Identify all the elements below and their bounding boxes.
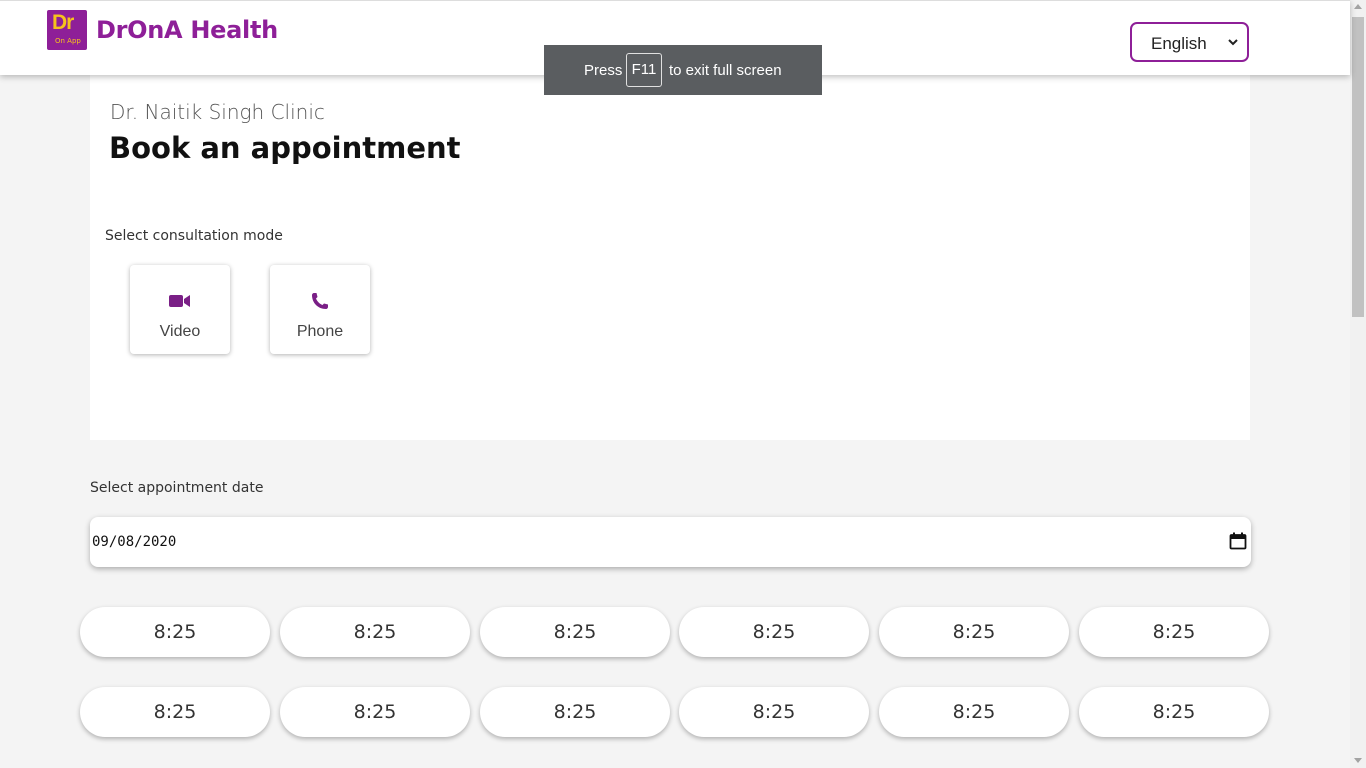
time-slot-button[interactable]: 8:25 xyxy=(480,607,670,657)
language-select[interactable]: English xyxy=(1130,22,1249,62)
brand-logo[interactable]: Dr On App xyxy=(47,10,87,50)
logo-sub-text: On App xyxy=(55,37,81,45)
phone-mode-button[interactable]: Phone xyxy=(270,265,370,354)
calendar-icon[interactable] xyxy=(1229,532,1247,550)
time-slot-button[interactable]: 8:25 xyxy=(80,687,270,737)
time-slot-button[interactable]: 8:25 xyxy=(679,687,869,737)
appointment-date-label: Select appointment date xyxy=(90,480,264,496)
scrollbar-thumb[interactable] xyxy=(1352,17,1364,317)
video-mode-label: Video xyxy=(159,323,201,340)
fullscreen-exit-toast: Press F11 to exit full screen xyxy=(544,45,822,95)
scroll-down-arrow-icon[interactable] xyxy=(1354,758,1362,763)
time-slot-button[interactable]: 8:25 xyxy=(280,687,470,737)
time-slot-button[interactable]: 8:25 xyxy=(280,607,470,657)
language-select-value: English xyxy=(1151,34,1207,53)
time-slot-button[interactable]: 8:25 xyxy=(879,687,1069,737)
toast-suffix: to exit full screen xyxy=(669,62,782,79)
clinic-name: Dr. Naitik Singh Clinic xyxy=(110,100,325,124)
time-slot-button[interactable]: 8:25 xyxy=(480,687,670,737)
time-slot-button[interactable]: 8:25 xyxy=(80,607,270,657)
booking-card xyxy=(90,75,1250,440)
scroll-up-arrow-icon[interactable] xyxy=(1354,4,1362,9)
phone-mode-label: Phone xyxy=(296,323,344,340)
toast-prefix: Press xyxy=(584,62,623,79)
video-mode-button[interactable]: Video xyxy=(130,265,230,354)
time-slot-button[interactable]: 8:25 xyxy=(1079,607,1269,657)
appointment-date-value: 09/08/2020 xyxy=(92,534,177,550)
consultation-mode-label: Select consultation mode xyxy=(105,228,283,244)
chevron-down-icon xyxy=(1228,39,1238,46)
appointment-date-input[interactable]: 09/08/2020 xyxy=(90,517,1251,567)
page-title: Book an appointment xyxy=(109,131,461,165)
phone-icon xyxy=(312,293,328,309)
video-camera-icon xyxy=(169,295,190,307)
toast-key: F11 xyxy=(626,53,662,87)
logo-mark-text: Dr xyxy=(52,11,74,34)
time-slot-button[interactable]: 8:25 xyxy=(679,607,869,657)
time-slot-button[interactable]: 8:25 xyxy=(1079,687,1269,737)
time-slot-button[interactable]: 8:25 xyxy=(879,607,1069,657)
brand-name[interactable]: DrOnA Health xyxy=(96,16,278,44)
page-scrollbar[interactable] xyxy=(1350,0,1366,768)
